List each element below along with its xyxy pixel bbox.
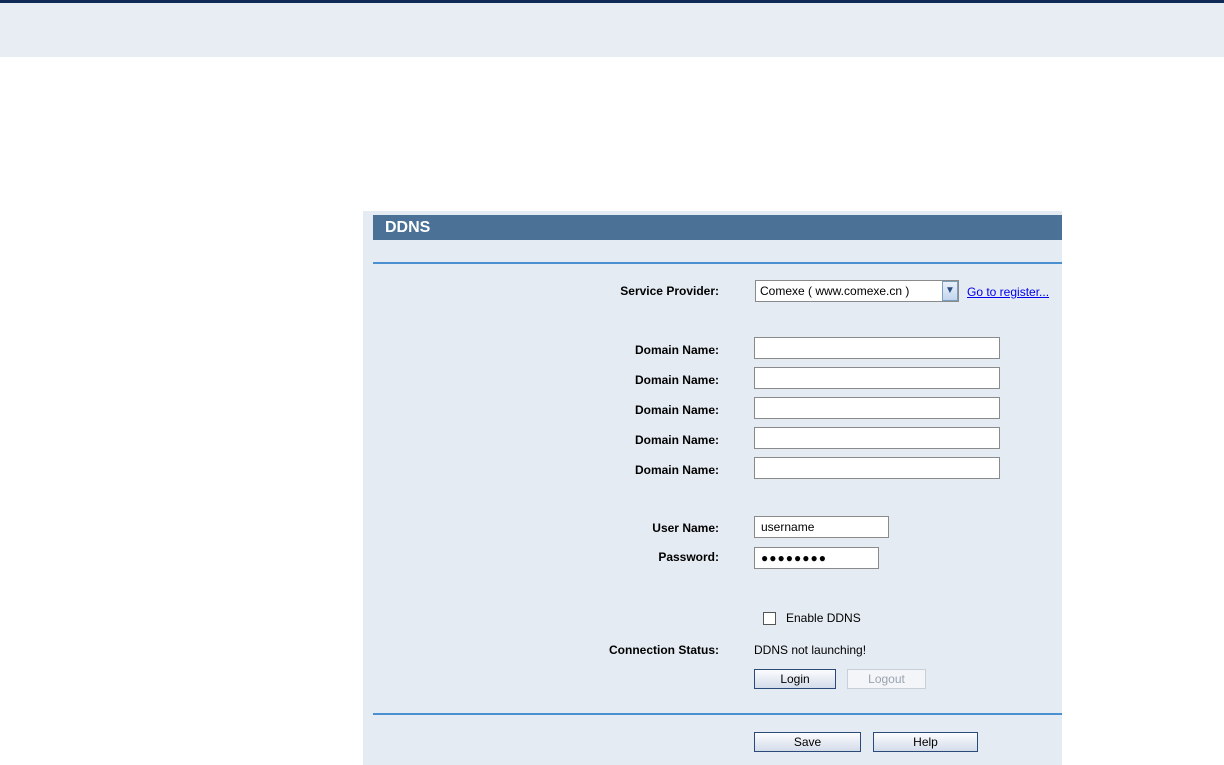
domain-name-input-5[interactable] [754, 457, 1000, 479]
domain-name-label-4: Domain Name: [634, 433, 719, 447]
login-button[interactable]: Login [754, 669, 836, 689]
password-label: Password: [658, 550, 719, 564]
chevron-down-icon[interactable]: ▼ [942, 281, 958, 301]
domain-name-label-5: Domain Name: [634, 463, 719, 477]
ddns-panel: DDNS Service Provider: Comexe ( www.come… [363, 211, 1062, 765]
bottom-divider [373, 713, 1062, 715]
service-provider-select[interactable]: Comexe ( www.comexe.cn ) ▼ [755, 280, 959, 302]
domain-name-label-1: Domain Name: [634, 343, 719, 357]
password-input[interactable]: ●●●●●●●● [754, 547, 879, 569]
top-banner [0, 0, 1224, 57]
service-provider-value: Comexe ( www.comexe.cn ) [760, 284, 910, 298]
domain-name-input-4[interactable] [754, 427, 1000, 449]
save-button[interactable]: Save [754, 732, 861, 752]
enable-ddns-checkbox[interactable] [763, 612, 776, 625]
panel-header: DDNS [373, 215, 1062, 240]
domain-name-label-3: Domain Name: [634, 403, 719, 417]
top-divider [373, 262, 1062, 264]
service-provider-label: Service Provider: [620, 284, 719, 298]
enable-ddns-label: Enable DDNS [786, 611, 861, 625]
register-link[interactable]: Go to register... [967, 284, 1049, 300]
domain-name-input-3[interactable] [754, 397, 1000, 419]
logout-button[interactable]: Logout [847, 669, 926, 689]
user-name-input[interactable]: username [754, 516, 889, 538]
help-button[interactable]: Help [873, 732, 978, 752]
domain-name-input-2[interactable] [754, 367, 1000, 389]
user-name-label: User Name: [652, 521, 719, 535]
connection-status-value: DDNS not launching! [754, 643, 867, 657]
connection-status-label: Connection Status: [609, 643, 719, 657]
domain-name-input-1[interactable] [754, 337, 1000, 359]
domain-name-label-2: Domain Name: [634, 373, 719, 387]
panel-title: DDNS [385, 219, 431, 236]
